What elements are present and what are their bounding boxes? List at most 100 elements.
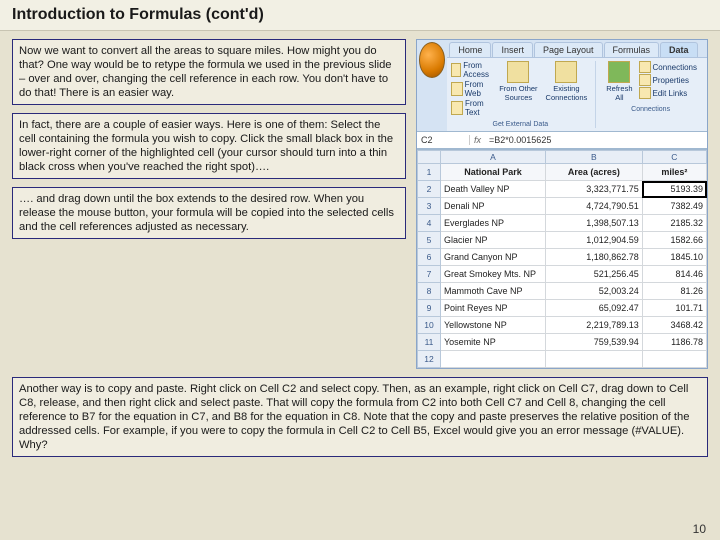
cell-c2-selected[interactable]: 5193.39 — [642, 181, 706, 198]
cell[interactable]: 759,539.94 — [546, 334, 643, 351]
cell[interactable]: 101.71 — [642, 300, 706, 317]
cell[interactable] — [546, 351, 643, 368]
from-text-label: From Text — [465, 99, 493, 117]
ribbon: From Access From Web From Text From Othe… — [447, 57, 707, 131]
connections-label: Connections — [653, 63, 697, 72]
connections-button[interactable]: Connections — [639, 61, 697, 73]
col-c-header[interactable]: C — [642, 151, 706, 164]
properties-label: Properties — [653, 76, 689, 85]
cell[interactable]: 1845.10 — [642, 249, 706, 266]
table-row: 12 — [418, 351, 707, 368]
cell[interactable]: 1,398,507.13 — [546, 215, 643, 232]
access-icon — [451, 63, 461, 77]
tab-formulas[interactable]: Formulas — [604, 42, 660, 57]
from-other-sources-button[interactable]: From Other Sources — [497, 61, 539, 117]
col-a-header[interactable]: A — [441, 151, 546, 164]
cell[interactable]: 3468.42 — [642, 317, 706, 334]
name-box[interactable]: C2 — [417, 135, 470, 145]
cell[interactable]: 3,323,771.75 — [546, 181, 643, 198]
table-row: 1 National Park Area (acres) miles² — [418, 164, 707, 181]
row-header[interactable]: 3 — [418, 198, 441, 215]
existing-connections-button[interactable]: Existing Connections — [544, 61, 590, 117]
cell[interactable]: 7382.49 — [642, 198, 706, 215]
cell[interactable]: 4,724,790.51 — [546, 198, 643, 215]
cell[interactable] — [642, 351, 706, 368]
row-header[interactable]: 7 — [418, 266, 441, 283]
row-header[interactable]: 12 — [418, 351, 441, 368]
cell[interactable]: 1,180,862.78 — [546, 249, 643, 266]
paragraph-4: Another way is to copy and paste. Right … — [12, 377, 708, 457]
properties-button[interactable]: Properties — [639, 74, 697, 86]
tab-home[interactable]: Home — [449, 42, 491, 57]
cell[interactable]: 814.46 — [642, 266, 706, 283]
cell[interactable]: 81.26 — [642, 283, 706, 300]
main-content: Now we want to convert all the areas to … — [0, 31, 720, 373]
row-header[interactable]: 6 — [418, 249, 441, 266]
left-column: Now we want to convert all the areas to … — [12, 39, 406, 369]
edit-links-button[interactable]: Edit Links — [639, 87, 697, 99]
group-label-connections: Connections — [604, 106, 697, 113]
cell[interactable]: Death Valley NP — [441, 181, 546, 198]
cell[interactable]: 2,219,789.13 — [546, 317, 643, 334]
table-row: 7Great Smokey Mts. NP521,256.45814.46 — [418, 266, 707, 283]
table-row: 3Denali NP4,724,790.517382.49 — [418, 198, 707, 215]
cell[interactable]: Grand Canyon NP — [441, 249, 546, 266]
cell[interactable]: 1,012,904.59 — [546, 232, 643, 249]
office-orb-icon[interactable] — [419, 42, 445, 78]
refresh-label: Refresh All — [606, 84, 632, 102]
cell[interactable]: 1582.66 — [642, 232, 706, 249]
cell[interactable]: 65,092.47 — [546, 300, 643, 317]
paragraph-1: Now we want to convert all the areas to … — [12, 39, 406, 105]
cell[interactable]: 521,256.45 — [546, 266, 643, 283]
other-sources-icon — [507, 61, 529, 83]
col-b-header[interactable]: B — [546, 151, 643, 164]
table-row: 5Glacier NP1,012,904.591582.66 — [418, 232, 707, 249]
row-header[interactable]: 5 — [418, 232, 441, 249]
cell-a1[interactable]: National Park — [441, 164, 546, 181]
cell[interactable]: Everglades NP — [441, 215, 546, 232]
cell-b1[interactable]: Area (acres) — [546, 164, 643, 181]
edit-links-label: Edit Links — [653, 89, 688, 98]
cell[interactable] — [441, 351, 546, 368]
row-header[interactable]: 2 — [418, 181, 441, 198]
cell[interactable]: Yellowstone NP — [441, 317, 546, 334]
cell-c1[interactable]: miles² — [642, 164, 706, 181]
table-row: 9Point Reyes NP65,092.47101.71 — [418, 300, 707, 317]
connections-icon — [639, 61, 651, 73]
cell[interactable]: Point Reyes NP — [441, 300, 546, 317]
from-text-button[interactable]: From Text — [451, 99, 493, 117]
row-header[interactable]: 10 — [418, 317, 441, 334]
tab-data[interactable]: Data — [660, 42, 698, 57]
formula-value[interactable]: =B2*0.0015625 — [485, 135, 555, 145]
table-row: 11Yosemite NP759,539.941186.78 — [418, 334, 707, 351]
cell[interactable]: 2185.32 — [642, 215, 706, 232]
table-row: 4Everglades NP1,398,507.132185.32 — [418, 215, 707, 232]
row-header[interactable]: 9 — [418, 300, 441, 317]
cell[interactable]: Glacier NP — [441, 232, 546, 249]
spreadsheet-grid: A B C 1 National Park Area (acres) miles… — [417, 149, 707, 368]
fx-icon[interactable]: fx — [470, 135, 485, 145]
existing-conn-icon — [555, 61, 577, 83]
corner-cell[interactable] — [418, 151, 441, 164]
row-header[interactable]: 4 — [418, 215, 441, 232]
from-other-label: From Other Sources — [499, 84, 537, 102]
ribbon-tabs-area: Home Insert Page Layout Formulas Data Fr… — [447, 40, 707, 131]
paragraph-2: In fact, there are a couple of easier wa… — [12, 113, 406, 179]
row-1-header[interactable]: 1 — [418, 164, 441, 181]
tab-page-layout[interactable]: Page Layout — [534, 42, 603, 57]
row-header[interactable]: 11 — [418, 334, 441, 351]
web-icon — [451, 82, 462, 96]
row-header[interactable]: 8 — [418, 283, 441, 300]
refresh-all-button[interactable]: Refresh All — [604, 61, 634, 102]
tab-insert[interactable]: Insert — [492, 42, 533, 57]
cell[interactable]: Mammoth Cave NP — [441, 283, 546, 300]
cell[interactable]: Yosemite NP — [441, 334, 546, 351]
cell[interactable]: 1186.78 — [642, 334, 706, 351]
from-web-button[interactable]: From Web — [451, 80, 493, 98]
connections-sub: Connections Properties Edit Links — [639, 61, 697, 102]
cell[interactable]: Denali NP — [441, 198, 546, 215]
cell[interactable]: 52,003.24 — [546, 283, 643, 300]
table-row: 6Grand Canyon NP1,180,862.781845.10 — [418, 249, 707, 266]
from-access-button[interactable]: From Access — [451, 61, 493, 79]
cell[interactable]: Great Smokey Mts. NP — [441, 266, 546, 283]
